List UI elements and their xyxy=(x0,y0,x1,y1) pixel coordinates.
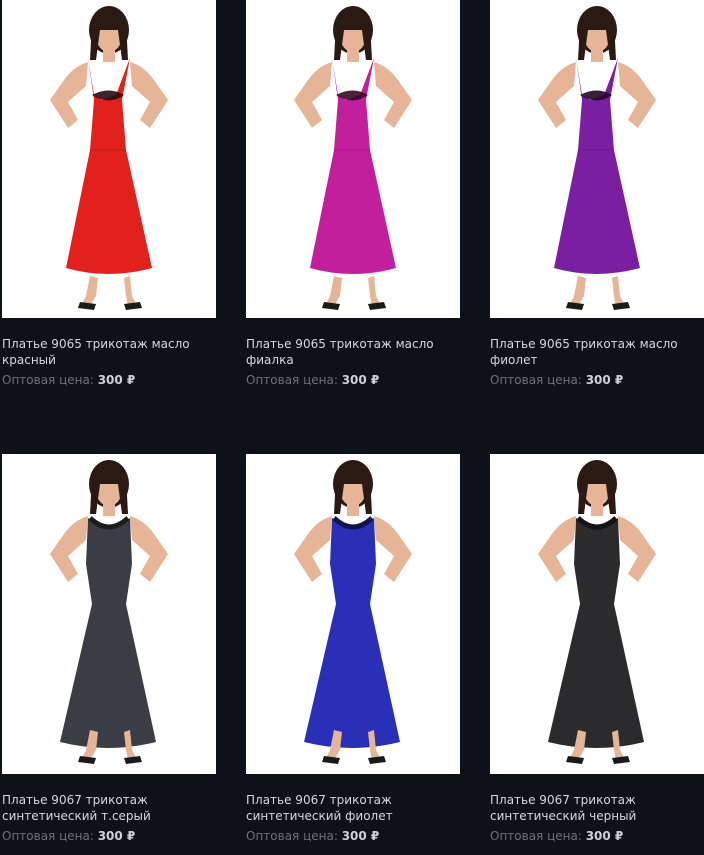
price-label: Оптовая цена: xyxy=(490,829,582,843)
product-price: Оптовая цена: 300 ₽ xyxy=(246,372,460,388)
product-photo[interactable] xyxy=(2,0,216,318)
price-value: 300 ₽ xyxy=(97,373,136,387)
product-card: Платье 9065 трикотаж масло красный Оптов… xyxy=(2,0,216,388)
price-value: 300 ₽ xyxy=(341,373,380,387)
price-label: Оптовая цена: xyxy=(246,373,338,387)
product-photo[interactable] xyxy=(2,454,216,774)
product-title-link[interactable]: Платье 9065 трикотаж масло красный xyxy=(2,336,202,368)
price-value: 300 ₽ xyxy=(341,829,380,843)
price-value: 300 ₽ xyxy=(585,829,624,843)
product-card: Платье 9065 трикотаж масло фиалка Оптова… xyxy=(246,0,460,388)
product-title-link[interactable]: Платье 9067 трикотаж синтетический фиоле… xyxy=(246,792,446,824)
price-value: 300 ₽ xyxy=(97,829,136,843)
product-photo[interactable] xyxy=(246,0,460,318)
product-photo[interactable] xyxy=(246,454,460,774)
product-price: Оптовая цена: 300 ₽ xyxy=(490,828,704,844)
model-illustration xyxy=(294,460,412,764)
product-price: Оптовая цена: 300 ₽ xyxy=(246,828,460,844)
product-title-link[interactable]: Платье 9067 трикотаж синтетический т.сер… xyxy=(2,792,202,824)
product-title-link[interactable]: Платье 9067 трикотаж синтетический черны… xyxy=(490,792,690,824)
price-label: Оптовая цена: xyxy=(490,373,582,387)
product-price: Оптовая цена: 300 ₽ xyxy=(2,828,216,844)
model-illustration xyxy=(294,6,412,310)
product-card: Платье 9067 трикотаж синтетический черны… xyxy=(490,454,704,844)
product-price: Оптовая цена: 300 ₽ xyxy=(2,372,216,388)
model-illustration xyxy=(50,6,168,310)
price-value: 300 ₽ xyxy=(585,373,624,387)
model-illustration xyxy=(538,460,656,764)
product-price: Оптовая цена: 300 ₽ xyxy=(490,372,704,388)
price-label: Оптовая цена: xyxy=(246,829,338,843)
product-photo[interactable] xyxy=(490,454,704,774)
price-label: Оптовая цена: xyxy=(2,373,94,387)
price-label: Оптовая цена: xyxy=(2,829,94,843)
model-illustration xyxy=(50,460,168,764)
product-card: Платье 9065 трикотаж масло фиолет Оптова… xyxy=(490,0,704,388)
product-card: Платье 9067 трикотаж синтетический т.сер… xyxy=(2,454,216,844)
product-title-link[interactable]: Платье 9065 трикотаж масло фиалка xyxy=(246,336,446,368)
product-title-link[interactable]: Платье 9065 трикотаж масло фиолет xyxy=(490,336,690,368)
model-illustration xyxy=(538,6,656,310)
product-card: Платье 9067 трикотаж синтетический фиоле… xyxy=(246,454,460,844)
product-photo[interactable] xyxy=(490,0,704,318)
product-grid: Платье 9065 трикотаж масло красный Оптов… xyxy=(0,0,704,855)
